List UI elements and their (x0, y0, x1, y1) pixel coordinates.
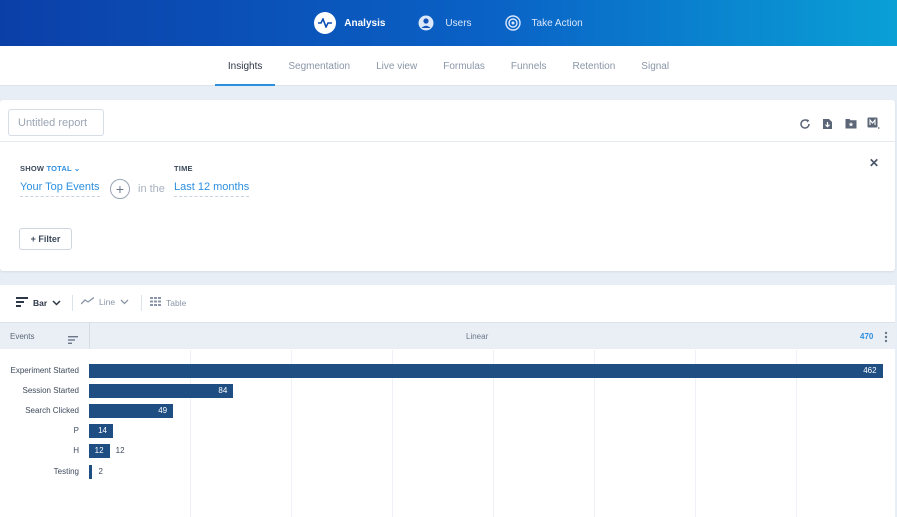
sub-nav: Insights Segmentation Live view Formulas… (0, 46, 897, 86)
divider (89, 322, 90, 349)
scale-label[interactable]: Linear (466, 332, 488, 341)
data-label: 14 (98, 426, 107, 436)
category-label: P (73, 426, 79, 436)
divider (72, 295, 73, 311)
download-icon[interactable] (821, 117, 834, 130)
more-options-icon[interactable] (884, 330, 888, 348)
tab-segmentation[interactable]: Segmentation (275, 46, 363, 86)
pulse-icon (314, 12, 337, 34)
target-icon (502, 12, 524, 34)
tab-retention[interactable]: Retention (559, 46, 628, 86)
topnav-analysis[interactable]: Analysis (314, 12, 385, 34)
time-selector[interactable]: Last 12 months (174, 181, 250, 197)
bar[interactable] (89, 363, 884, 378)
query-card (0, 100, 895, 271)
tab-formulas[interactable]: Formulas (430, 46, 498, 86)
data-label: 2 (98, 466, 103, 476)
board-icon[interactable] (867, 117, 880, 130)
user-icon (415, 12, 437, 34)
chart-type-table[interactable]: Table (150, 297, 186, 308)
topnav-label: Users (445, 17, 472, 29)
topnav-label: Analysis (344, 17, 386, 29)
category-label: Testing (53, 466, 79, 476)
topnav-take-action[interactable]: Take Action (502, 12, 583, 34)
line-chart-icon (80, 296, 95, 307)
category-label: H (73, 446, 79, 456)
divider (141, 295, 142, 311)
category-label: Experiment Started (10, 365, 79, 375)
refresh-icon[interactable] (798, 117, 811, 130)
show-label-text: SHOW (20, 164, 45, 173)
data-label: 84 (218, 385, 228, 395)
data-label: 12 (94, 446, 104, 456)
show-label[interactable]: SHOW TOTAL ⌄ (20, 164, 80, 173)
topnav-label: Take Action (531, 17, 583, 29)
tab-signal[interactable]: Signal (628, 46, 682, 86)
show-value: TOTAL (46, 164, 72, 173)
report-toolbar (798, 117, 880, 130)
chart-type-line[interactable]: Line (80, 296, 129, 307)
time-label: TIME (174, 164, 193, 173)
top-nav-bar: Analysis Users Take Action (0, 0, 897, 46)
data-label: 12 (115, 446, 125, 456)
bar[interactable] (89, 464, 93, 479)
category-label: Session Started (22, 385, 79, 395)
events-selector[interactable]: Your Top Events (20, 181, 100, 197)
tab-insights[interactable]: Insights (214, 46, 276, 86)
add-event-button[interactable]: + (110, 179, 130, 199)
sort-icon[interactable] (68, 331, 78, 349)
tab-live-view[interactable]: Live view (363, 46, 430, 86)
bookmark-folder-icon[interactable] (844, 117, 857, 130)
bar[interactable] (89, 383, 234, 398)
category-label: Search Clicked (25, 405, 79, 415)
chevron-down-icon (52, 298, 61, 308)
in-the-label: in the (138, 183, 165, 195)
chart-type-bar[interactable]: Bar (16, 297, 61, 309)
bar-chart: Experiment Started 462 Session Started 84 Se… (0, 350, 895, 517)
chart-header (0, 322, 895, 349)
bar-chart-icon (16, 297, 28, 309)
axis-max-label: 470 (860, 332, 874, 341)
close-icon[interactable]: ✕ (869, 156, 879, 170)
table-grid-icon (150, 297, 161, 308)
topnav-users[interactable]: Users (415, 12, 472, 34)
tab-funnels[interactable]: Funnels (498, 46, 560, 86)
events-column-header: Events (10, 332, 35, 341)
report-title-input[interactable] (8, 109, 104, 136)
line-label: Line (99, 297, 116, 307)
filter-button[interactable]: + Filter (19, 228, 72, 250)
chevron-down-icon: ⌄ (73, 164, 81, 173)
bar-label: Bar (33, 298, 48, 308)
table-label: Table (166, 297, 187, 308)
data-label: 49 (158, 405, 168, 415)
chevron-down-icon (120, 297, 129, 307)
data-label: 462 (863, 365, 877, 375)
divider (0, 141, 895, 142)
